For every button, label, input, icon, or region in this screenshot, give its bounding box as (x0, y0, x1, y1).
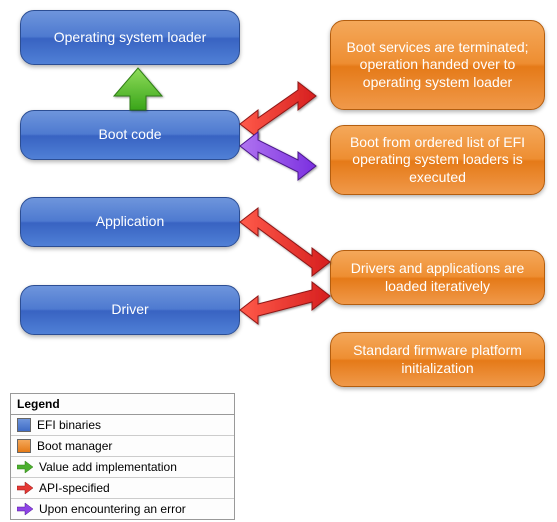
legend-label: EFI binaries (37, 418, 101, 432)
node-ordered-list: Boot from ordered list of EFI operating … (330, 125, 545, 195)
node-drivers-apps: Drivers and applications are loaded iter… (330, 250, 545, 305)
legend-row-bootmgr: Boot manager (11, 436, 234, 457)
legend-row-valueadd: Value add implementation (11, 457, 234, 478)
node-label: Standard firmware platform initializatio… (341, 342, 534, 377)
diagram-canvas: Operating system loader Boot code Applic… (0, 0, 557, 522)
legend-row-error: Upon encountering an error (11, 499, 234, 519)
arrow-api-bootcode-terminated (240, 82, 316, 138)
node-label: Driver (111, 301, 148, 319)
node-label: Boot code (98, 126, 161, 144)
arrow-api-driver-drivers (240, 282, 330, 324)
node-label: Drivers and applications are loaded iter… (341, 260, 534, 295)
arrow-right-red-icon (17, 481, 33, 495)
arrow-right-purple-icon (17, 502, 33, 516)
legend-row-api: API-specified (11, 478, 234, 499)
node-terminated: Boot services are terminated; operation … (330, 20, 545, 110)
legend-label: API-specified (39, 481, 110, 495)
node-label: Application (96, 213, 165, 231)
node-driver: Driver (20, 285, 240, 335)
arrow-error-bootcode-orderedlist (240, 132, 316, 180)
node-label: Boot from ordered list of EFI operating … (341, 134, 534, 187)
node-label: Boot services are terminated; operation … (341, 39, 534, 92)
square-icon (17, 439, 31, 453)
legend-label: Upon encountering an error (39, 502, 186, 516)
node-label: Operating system loader (54, 29, 207, 47)
legend-row-efi: EFI binaries (11, 415, 234, 436)
legend-title: Legend (11, 394, 234, 415)
node-application: Application (20, 197, 240, 247)
legend-label: Value add implementation (39, 460, 177, 474)
arrow-value-add (114, 68, 162, 110)
legend-label: Boot manager (37, 439, 112, 453)
legend: Legend EFI binaries Boot manager Value a… (10, 393, 235, 520)
node-os-loader: Operating system loader (20, 10, 240, 65)
square-icon (17, 418, 31, 432)
node-platform-init: Standard firmware platform initializatio… (330, 332, 545, 387)
node-boot-code: Boot code (20, 110, 240, 160)
arrow-api-application-drivers (240, 208, 330, 276)
arrow-right-green-icon (17, 460, 33, 474)
